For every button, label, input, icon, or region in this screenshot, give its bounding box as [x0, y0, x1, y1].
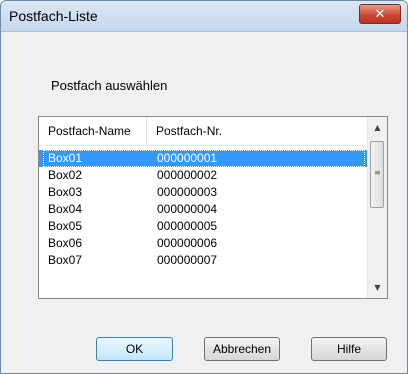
list-item[interactable]: Box05 000000005 — [39, 218, 368, 235]
scroll-up-arrow-icon[interactable]: ▲ — [369, 119, 386, 136]
cancel-button[interactable]: Abbrechen — [204, 337, 280, 361]
title-bar[interactable]: Postfach-Liste ✕ — [1, 1, 407, 32]
select-mailbox-label: Postfach auswählen — [51, 78, 168, 93]
mailbox-list[interactable]: Postfach-Name Postfach-Nr. Box01 0000000… — [38, 116, 388, 299]
list-header: Postfach-Name Postfach-Nr. — [39, 117, 368, 146]
mailbox-number: 000000005 — [157, 219, 218, 233]
close-icon: ✕ — [374, 6, 386, 22]
mailbox-number: 000000004 — [157, 202, 218, 216]
mailbox-name: Box07 — [48, 253, 83, 267]
mailbox-number: 000000002 — [157, 168, 218, 182]
mailbox-number: 000000001 — [157, 151, 218, 165]
postfach-dialog: Postfach-Liste ✕ Postfach auswählen Post… — [0, 0, 408, 374]
ok-button[interactable]: OK — [96, 337, 173, 361]
mailbox-number: 000000007 — [157, 253, 218, 267]
mailbox-name: Box01 — [48, 151, 83, 165]
mailbox-number: 000000003 — [157, 185, 218, 199]
list-item[interactable]: Box04 000000004 — [39, 201, 368, 218]
list-item[interactable]: Box01 000000001 — [39, 150, 368, 167]
window-title: Postfach-Liste — [9, 8, 98, 24]
column-header-number[interactable]: Postfach-Nr. — [147, 117, 368, 145]
list-item[interactable]: Box06 000000006 — [39, 235, 368, 252]
list-rows: Box01 000000001 Box02 000000002 Box03 00… — [39, 150, 368, 269]
vertical-scrollbar[interactable]: ▲ ≡ ▼ — [367, 117, 387, 298]
list-item[interactable]: Box03 000000003 — [39, 184, 368, 201]
list-item[interactable]: Box02 000000002 — [39, 167, 368, 184]
close-button[interactable]: ✕ — [359, 4, 401, 24]
mailbox-name: Box03 — [48, 185, 83, 199]
mailbox-name: Box04 — [48, 202, 83, 216]
mailbox-name: Box02 — [48, 168, 83, 182]
column-header-name[interactable]: Postfach-Name — [39, 117, 147, 145]
scrollbar-thumb[interactable]: ≡ — [370, 141, 384, 208]
mailbox-name: Box06 — [48, 236, 83, 250]
grip-icon: ≡ — [374, 168, 381, 177]
list-item[interactable]: Box07 000000007 — [39, 252, 368, 269]
scroll-down-arrow-icon[interactable]: ▼ — [369, 279, 386, 296]
mailbox-name: Box05 — [48, 219, 83, 233]
help-button[interactable]: Hilfe — [311, 337, 387, 361]
mailbox-number: 000000006 — [157, 236, 218, 250]
